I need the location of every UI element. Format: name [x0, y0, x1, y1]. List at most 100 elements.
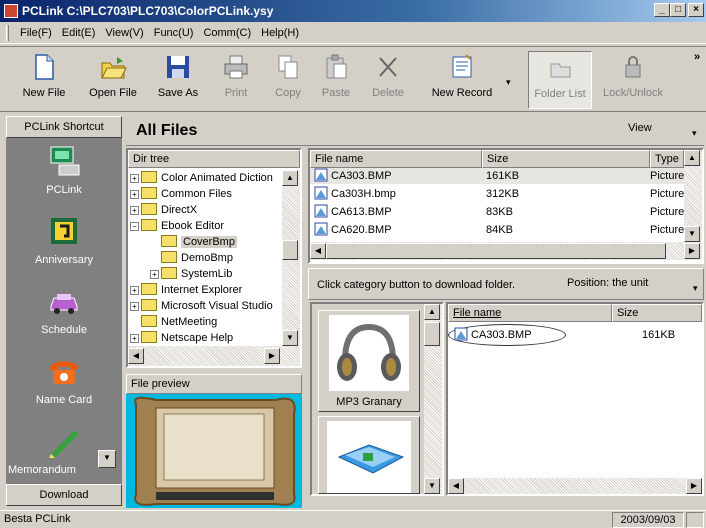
shortcut-pclink[interactable]: PCLink	[6, 144, 122, 196]
tree-item[interactable]: + Microsoft Visual Studio	[130, 298, 273, 314]
tree-item[interactable]: + Common Files	[130, 186, 232, 202]
table-row[interactable]: CA303.BMP 161KB	[448, 324, 702, 346]
tree-item[interactable]: + Internet Explorer	[130, 282, 242, 298]
scroll-down-button[interactable]: ▼	[424, 478, 440, 494]
expand-icon[interactable]: +	[130, 173, 139, 183]
menu-help[interactable]: Help(H)	[256, 27, 304, 39]
column-header-size[interactable]: Size	[482, 150, 650, 168]
tree-item[interactable]: + Color Animated Diction	[130, 170, 273, 186]
scroll-up-button[interactable]: ▲	[424, 304, 440, 320]
download-button[interactable]: Download	[6, 484, 122, 506]
paste-button[interactable]: Paste	[316, 51, 356, 109]
scroll-thumb[interactable]	[424, 322, 440, 346]
folder-icon	[161, 235, 177, 248]
open-folder-icon	[99, 53, 127, 81]
folder-list-icon	[546, 54, 574, 82]
column-header-type[interactable]: Type	[650, 150, 684, 168]
close-button[interactable]: ×	[688, 3, 704, 17]
scroll-right-button[interactable]: ▶	[686, 478, 702, 494]
shortcut-header[interactable]: PCLink Shortcut	[6, 116, 122, 138]
download-hint: Click category button to download folder…	[317, 279, 516, 291]
scroll-down-button[interactable]: ▼	[282, 330, 298, 346]
scroll-left-button[interactable]: ◀	[448, 478, 464, 494]
scroll-left-button[interactable]: ◀	[128, 348, 144, 364]
expand-icon[interactable]: +	[130, 333, 139, 343]
tree-item[interactable]: − Ebook Editor	[130, 218, 224, 234]
shortcut-scroll-down[interactable]: ▼	[98, 450, 116, 468]
scroll-down-button[interactable]: ▼	[684, 226, 700, 242]
new-record-dropdown-icon[interactable]: ▾	[506, 77, 511, 88]
table-row[interactable]: CA303.BMP 161KB Picture	[310, 168, 684, 184]
minimize-button[interactable]: _	[654, 3, 670, 17]
expand-icon[interactable]: +	[130, 301, 139, 311]
toolbar-overflow-button[interactable]: »	[694, 51, 700, 63]
table-row[interactable]: CA620.BMP 84KB Picture	[310, 222, 684, 238]
folder-list-button[interactable]: Folder List	[528, 51, 592, 109]
new-record-button[interactable]: New Record	[426, 51, 498, 109]
scroll-thumb[interactable]	[282, 240, 298, 260]
category-mp3-granary[interactable]: MP3 Granary	[318, 310, 420, 412]
tree-item[interactable]: NetMeeting	[130, 314, 217, 330]
file-name-cell: CA303.BMP	[314, 168, 392, 184]
new-file-button[interactable]: New File	[14, 51, 74, 109]
view-dropdown-icon[interactable]: ▾	[692, 128, 697, 139]
lock-unlock-button[interactable]: Lock/Unlock	[602, 51, 664, 109]
save-as-button[interactable]: Save As	[150, 51, 206, 109]
open-file-label: Open File	[89, 87, 137, 99]
shortcut-anniversary[interactable]: Anniversary	[6, 214, 122, 266]
expand-icon[interactable]: +	[130, 285, 139, 295]
tree-item[interactable]: + Netscape Help	[130, 330, 233, 346]
file-name-cell: CA613.BMP	[314, 204, 392, 220]
menu-comm[interactable]: Comm(C)	[198, 27, 256, 39]
column-header-name[interactable]: File name	[310, 150, 482, 168]
tree-item-label: DirectX	[161, 204, 198, 216]
lock-unlock-label: Lock/Unlock	[603, 87, 663, 99]
print-button[interactable]: Print	[214, 51, 258, 109]
tree-item-label: CoverBmp	[181, 236, 237, 248]
collapse-icon[interactable]: −	[130, 221, 139, 231]
tree-item[interactable]: + SystemLib	[150, 266, 232, 282]
download-area-header: Click category button to download folder…	[308, 268, 704, 300]
tree-item[interactable]: DemoBmp	[150, 250, 233, 266]
maximize-button[interactable]: □	[670, 3, 686, 17]
open-file-button[interactable]: Open File	[80, 51, 146, 109]
view-menu[interactable]: View	[628, 122, 652, 134]
bitmap-file-icon	[314, 222, 328, 236]
scroll-right-button[interactable]: ▶	[264, 348, 280, 364]
column-header-size[interactable]: Size	[612, 304, 702, 322]
expand-icon[interactable]: +	[130, 205, 139, 215]
scroll-up-button[interactable]: ▲	[684, 150, 700, 166]
menu-view[interactable]: View(V)	[100, 27, 148, 39]
paste-label: Paste	[321, 87, 351, 99]
copy-button[interactable]: Copy	[268, 51, 308, 109]
menu-func[interactable]: Func(U)	[149, 27, 199, 39]
category-ebook[interactable]	[318, 416, 420, 494]
column-header-name[interactable]: File name	[448, 304, 612, 322]
folder-icon	[141, 299, 157, 312]
table-row[interactable]: CA613.BMP 83KB Picture	[310, 204, 684, 220]
copy-icon	[274, 53, 302, 81]
scroll-thumb[interactable]	[326, 243, 666, 259]
tree-item[interactable]: CoverBmp	[150, 234, 237, 250]
table-row[interactable]: Ca303H.bmp 312KB Picture	[310, 186, 684, 202]
delete-button[interactable]: Delete	[366, 51, 410, 109]
resize-grip[interactable]	[686, 512, 704, 528]
expand-icon[interactable]: +	[130, 189, 139, 199]
new-file-icon	[30, 53, 58, 81]
tree-item-label: Ebook Editor	[161, 220, 224, 232]
tree-item[interactable]: + DirectX	[130, 202, 197, 218]
shortcut-name-card[interactable]: Name Card	[6, 354, 122, 406]
menu-edit[interactable]: Edit(E)	[57, 27, 101, 39]
scroll-right-button[interactable]: ▶	[684, 243, 700, 259]
content-header: All Files View ▾	[126, 116, 704, 146]
expand-icon[interactable]: +	[150, 269, 159, 279]
scroll-left-button[interactable]: ◀	[310, 243, 326, 259]
tree-item-label: SystemLib	[181, 268, 233, 280]
file-size-cell: 84KB	[486, 224, 513, 236]
device-file-hscroll[interactable]	[448, 478, 702, 494]
position-dropdown-icon[interactable]: ▾	[693, 283, 698, 294]
scroll-up-button[interactable]: ▲	[282, 170, 298, 186]
menu-file[interactable]: File(F)	[15, 27, 57, 39]
shortcut-schedule[interactable]: Schedule	[6, 284, 122, 336]
car-icon	[47, 284, 81, 318]
